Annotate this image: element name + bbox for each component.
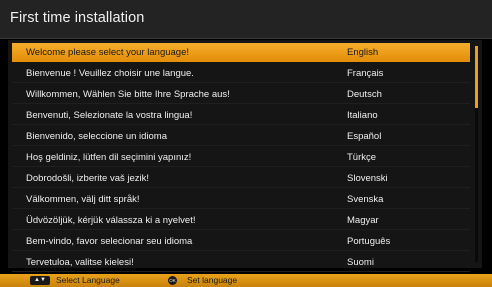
page-title: First time installation xyxy=(10,10,145,26)
language-name: Français xyxy=(347,67,384,79)
language-row-deutsch[interactable]: Willkommen, Wählen Sie bitte Ihre Sprach… xyxy=(12,85,470,104)
language-name: Deutsch xyxy=(347,88,382,100)
welcome-message: Üdvözöljük, kérjük válassza ki a nyelvet… xyxy=(26,214,196,226)
language-row-english[interactable]: Welcome please select your language! Eng… xyxy=(12,43,470,62)
welcome-message: Dobrodošli, izberite vaš jezik! xyxy=(26,172,150,184)
set-language-hint: Set language xyxy=(187,275,238,285)
welcome-message: Bem-vindo, favor selecionar seu idioma xyxy=(26,235,193,247)
language-list: Welcome please select your language! Eng… xyxy=(12,43,470,273)
language-name: Italiano xyxy=(347,109,378,121)
welcome-message: Tervetuloa, valitse kielesi! xyxy=(26,256,134,268)
welcome-message: Bienvenido, seleccione un idioma xyxy=(26,130,168,142)
language-row-turkce[interactable]: Hoş geldiniz, lütfen dil seçimini yapını… xyxy=(12,148,470,167)
scrollbar-thumb[interactable] xyxy=(475,46,478,108)
ok-button-icon: OK xyxy=(168,275,177,285)
language-row-suomi[interactable]: Tervetuloa, valitse kielesi! Suomi xyxy=(12,253,470,272)
welcome-message: Välkommen, välj ditt språk! xyxy=(26,193,140,205)
welcome-message: Bienvenue ! Veuillez choisir une langue. xyxy=(26,67,194,79)
welcome-message: Benvenuti, Selezionate la vostra lingua! xyxy=(26,109,193,121)
footer-hint-bar: ▲▼ Select Language OK Set language xyxy=(0,274,492,287)
scrollbar[interactable] xyxy=(475,46,478,262)
language-row-portugues[interactable]: Bem-vindo, favor selecionar seu idioma P… xyxy=(12,232,470,251)
welcome-message: Hoş geldiniz, lütfen dil seçimini yapını… xyxy=(26,151,192,163)
language-name: Português xyxy=(347,235,391,247)
language-name: Magyar xyxy=(347,214,379,226)
language-row-espanol[interactable]: Bienvenido, seleccione un idioma Español xyxy=(12,127,470,146)
language-row-italiano[interactable]: Benvenuti, Selezionate la vostra lingua!… xyxy=(12,106,470,125)
title-bar: First time installation xyxy=(0,0,492,39)
up-down-arrow-icon: ▲▼ xyxy=(30,276,50,285)
select-language-hint: Select Language xyxy=(56,275,120,285)
language-row-svenska[interactable]: Välkommen, välj ditt språk! Svenska xyxy=(12,190,470,209)
language-name: Slovenski xyxy=(347,172,388,184)
language-row-slovenski[interactable]: Dobrodošli, izberite vaš jezik! Slovensk… xyxy=(12,169,470,188)
language-row-francais[interactable]: Bienvenue ! Veuillez choisir une langue.… xyxy=(12,64,470,83)
language-name: Svenska xyxy=(347,193,384,205)
welcome-message: Welcome please select your language! xyxy=(26,47,190,58)
language-name: Türkçe xyxy=(347,151,377,163)
first-time-installation-screen: First time installation Welcome please s… xyxy=(0,0,492,287)
language-name: Suomi xyxy=(347,256,374,268)
language-name: English xyxy=(347,47,379,58)
language-name: Español xyxy=(347,130,382,142)
welcome-message: Willkommen, Wählen Sie bitte Ihre Sprach… xyxy=(26,88,230,100)
language-row-magyar[interactable]: Üdvözöljük, kérjük válassza ki a nyelvet… xyxy=(12,211,470,230)
